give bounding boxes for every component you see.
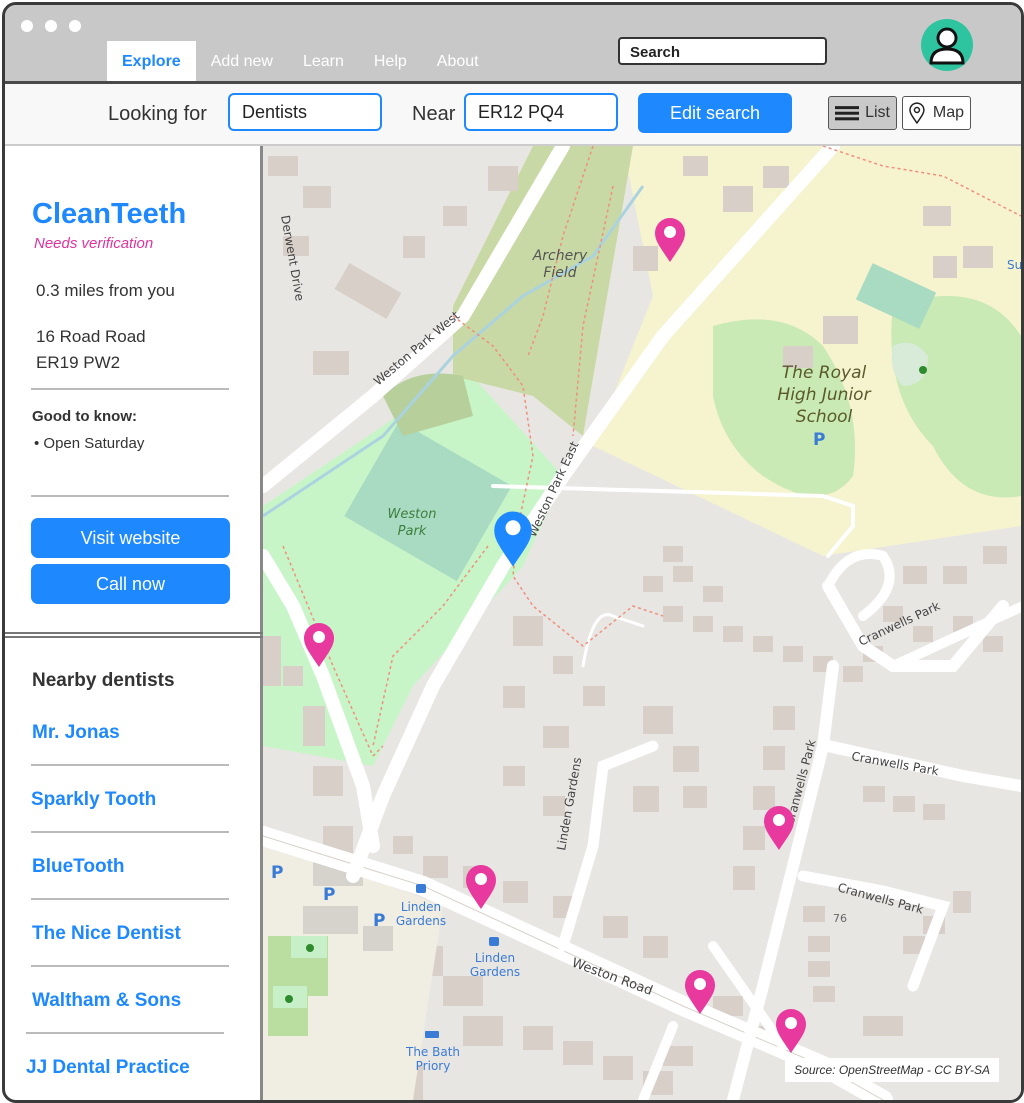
list-toggle-label: List [865, 104, 890, 121]
dentist-pin-icon[interactable] [654, 217, 686, 263]
map-label-hotel: Priory [416, 1059, 451, 1073]
dentist-pin-icon[interactable] [763, 805, 795, 851]
nearby-item[interactable]: JJ Dental Practice [26, 1057, 190, 1079]
list-icon [835, 106, 860, 121]
map-label-hotel: The Bath [405, 1045, 460, 1059]
selected-location-pin-icon[interactable] [493, 509, 533, 569]
parking-icon: P [323, 885, 335, 905]
playground-icon [285, 995, 293, 1003]
nearby-item[interactable]: BlueTooth [32, 856, 125, 878]
window-dot[interactable] [69, 20, 81, 32]
map-label-archery: Archery [532, 248, 588, 264]
results-sidebar: CleanTeeth Needs verification 0.3 miles … [5, 146, 263, 1100]
call-now-button[interactable]: Call now [31, 564, 230, 604]
address-line: ER19 PW2 [36, 353, 121, 372]
user-avatar-icon[interactable] [921, 19, 973, 71]
map-label-bus-stop: Linden [401, 900, 441, 914]
tab-about[interactable]: About [422, 41, 494, 81]
near-input[interactable]: ER12 PQ4 [464, 93, 618, 131]
map-label-bus-stop: Gardens [470, 965, 520, 979]
bus-stop-icon [416, 884, 426, 893]
map-label-school: High Junior [777, 385, 871, 405]
map-label-house-number: 76 [833, 912, 847, 925]
map-label-bus-stop: Linden [475, 951, 515, 965]
dentist-pin-icon[interactable] [303, 622, 335, 668]
good-to-know-heading: Good to know: [32, 408, 137, 425]
list-view-toggle[interactable]: List [828, 96, 897, 130]
address-line: 16 Road Road [36, 327, 146, 346]
map-label-park: Weston [388, 507, 437, 522]
divider [26, 1032, 224, 1034]
main-nav: Explore Add new Learn Help About [107, 41, 494, 81]
map-label-park: Park [398, 524, 427, 539]
tab-learn[interactable]: Learn [288, 41, 359, 81]
nearby-item[interactable]: Waltham & Sons [32, 990, 181, 1012]
listing-name[interactable]: CleanTeeth [32, 198, 186, 231]
nearby-item[interactable]: The Nice Dentist [32, 923, 181, 945]
playground-icon [306, 944, 314, 952]
top-bar: Explore Add new Learn Help About Search [5, 5, 1021, 84]
dentist-pin-icon[interactable] [775, 1008, 807, 1054]
map-toggle-label: Map [932, 104, 964, 121]
looking-for-label: Looking for [108, 103, 207, 125]
divider [31, 764, 229, 766]
divider [31, 965, 229, 967]
map-attribution: Source: OpenStreetMap - CC BY-SA [785, 1058, 999, 1082]
map-canvas: Archery Field The Royal High Junior Scho… [263, 146, 1021, 1100]
visit-website-button[interactable]: Visit website [31, 518, 230, 558]
tab-explore[interactable]: Explore [107, 41, 196, 81]
tab-add-new[interactable]: Add new [196, 41, 288, 81]
looking-for-input[interactable]: Dentists [228, 93, 382, 131]
map-view-toggle[interactable]: Map [902, 96, 971, 130]
map-label-bus-stop: Gardens [396, 914, 446, 928]
near-label: Near [412, 103, 456, 125]
divider [31, 898, 229, 900]
search-input[interactable]: Search [618, 37, 827, 65]
edit-search-button[interactable]: Edit search [638, 93, 792, 133]
nearby-item[interactable]: Sparkly Tooth [31, 789, 156, 811]
section-divider [5, 632, 263, 638]
map-label-edge: Sur [1007, 258, 1021, 272]
parking-icon: P [373, 911, 385, 931]
tab-help[interactable]: Help [359, 41, 422, 81]
dentist-pin-icon[interactable] [465, 864, 497, 910]
map-label-school: School [796, 407, 853, 427]
window-dot[interactable] [45, 20, 57, 32]
map-label-archery: Field [543, 265, 576, 281]
map-label-school: The Royal [782, 363, 867, 383]
parking-icon: P [813, 430, 825, 450]
good-to-know-item: • Open Saturday [34, 435, 145, 452]
nearby-heading: Nearby dentists [32, 670, 175, 691]
divider [31, 831, 229, 833]
nearby-item[interactable]: Mr. Jonas [32, 722, 120, 744]
playground-icon [919, 366, 927, 374]
search-bar: Looking for Dentists Near ER12 PQ4 Edit … [5, 84, 1021, 146]
listing-distance: 0.3 miles from you [36, 281, 175, 300]
app-window: Explore Add new Learn Help About Search [2, 2, 1024, 1103]
bus-stop-icon [489, 937, 499, 946]
divider [31, 495, 229, 497]
window-controls [21, 19, 93, 37]
hotel-icon [425, 1031, 439, 1038]
map-view[interactable]: Archery Field The Royal High Junior Scho… [263, 146, 1021, 1100]
map-pin-icon [909, 102, 925, 124]
window-dot[interactable] [21, 20, 33, 32]
verification-status: Needs verification [34, 235, 154, 252]
divider [31, 388, 229, 390]
parking-icon: P [271, 863, 283, 883]
dentist-pin-icon[interactable] [684, 969, 716, 1015]
